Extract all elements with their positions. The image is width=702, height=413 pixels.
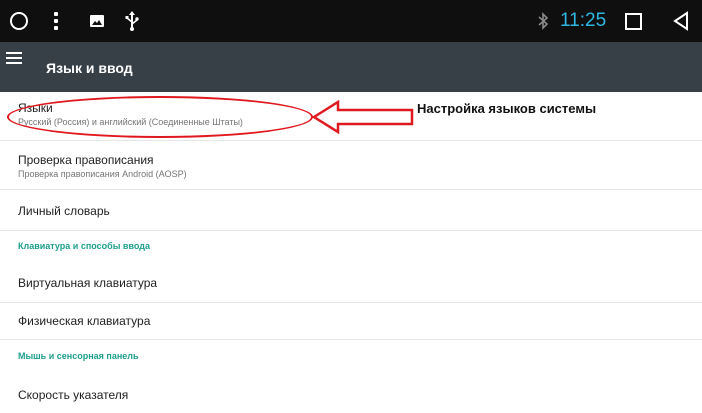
list-item-spellcheck[interactable]: Проверка правописания Проверка правописа… — [0, 141, 702, 189]
hamburger-menu-icon[interactable] — [6, 52, 22, 66]
section-header-mouse: Мышь и сенсорная панель — [18, 351, 139, 361]
spellcheck-subtitle: Проверка правописания Android (AOSP) — [18, 169, 187, 179]
app-toolbar: Язык и ввод — [0, 42, 702, 92]
dictionary-title: Личный словарь — [18, 204, 110, 218]
list-item-personal-dictionary[interactable]: Личный словарь — [0, 190, 702, 230]
annotation-label: Настройка языков системы — [417, 101, 597, 116]
status-bar: 11:25 — [0, 0, 702, 42]
recents-square-icon[interactable] — [623, 0, 643, 42]
divider — [0, 230, 702, 231]
spellcheck-title: Проверка правописания — [18, 153, 154, 167]
annotation-arrow-icon — [312, 100, 414, 134]
overflow-dots-icon[interactable] — [49, 0, 63, 42]
back-triangle-icon[interactable] — [671, 0, 691, 42]
annotation-highlight-ellipse — [7, 96, 313, 138]
page-title: Язык и ввод — [46, 60, 133, 76]
home-circle-icon[interactable] — [6, 0, 32, 42]
virtual-keyboard-title: Виртуальная клавиатура — [18, 276, 158, 290]
image-icon — [88, 0, 106, 42]
section-header-keyboard: Клавиатура и способы ввода — [18, 241, 150, 251]
list-item-pointer-speed[interactable]: Скорость указателя — [0, 372, 702, 413]
pointer-speed-title: Скорость указателя — [18, 388, 129, 402]
list-item-physical-keyboard[interactable]: Физическая клавиатура — [0, 303, 702, 339]
bluetooth-icon — [535, 0, 551, 42]
physical-keyboard-title: Физическая клавиатура — [18, 314, 151, 328]
divider — [0, 339, 702, 340]
clock: 11:25 — [560, 10, 607, 31]
list-item-virtual-keyboard[interactable]: Виртуальная клавиатура — [0, 262, 702, 302]
usb-icon — [124, 0, 140, 42]
